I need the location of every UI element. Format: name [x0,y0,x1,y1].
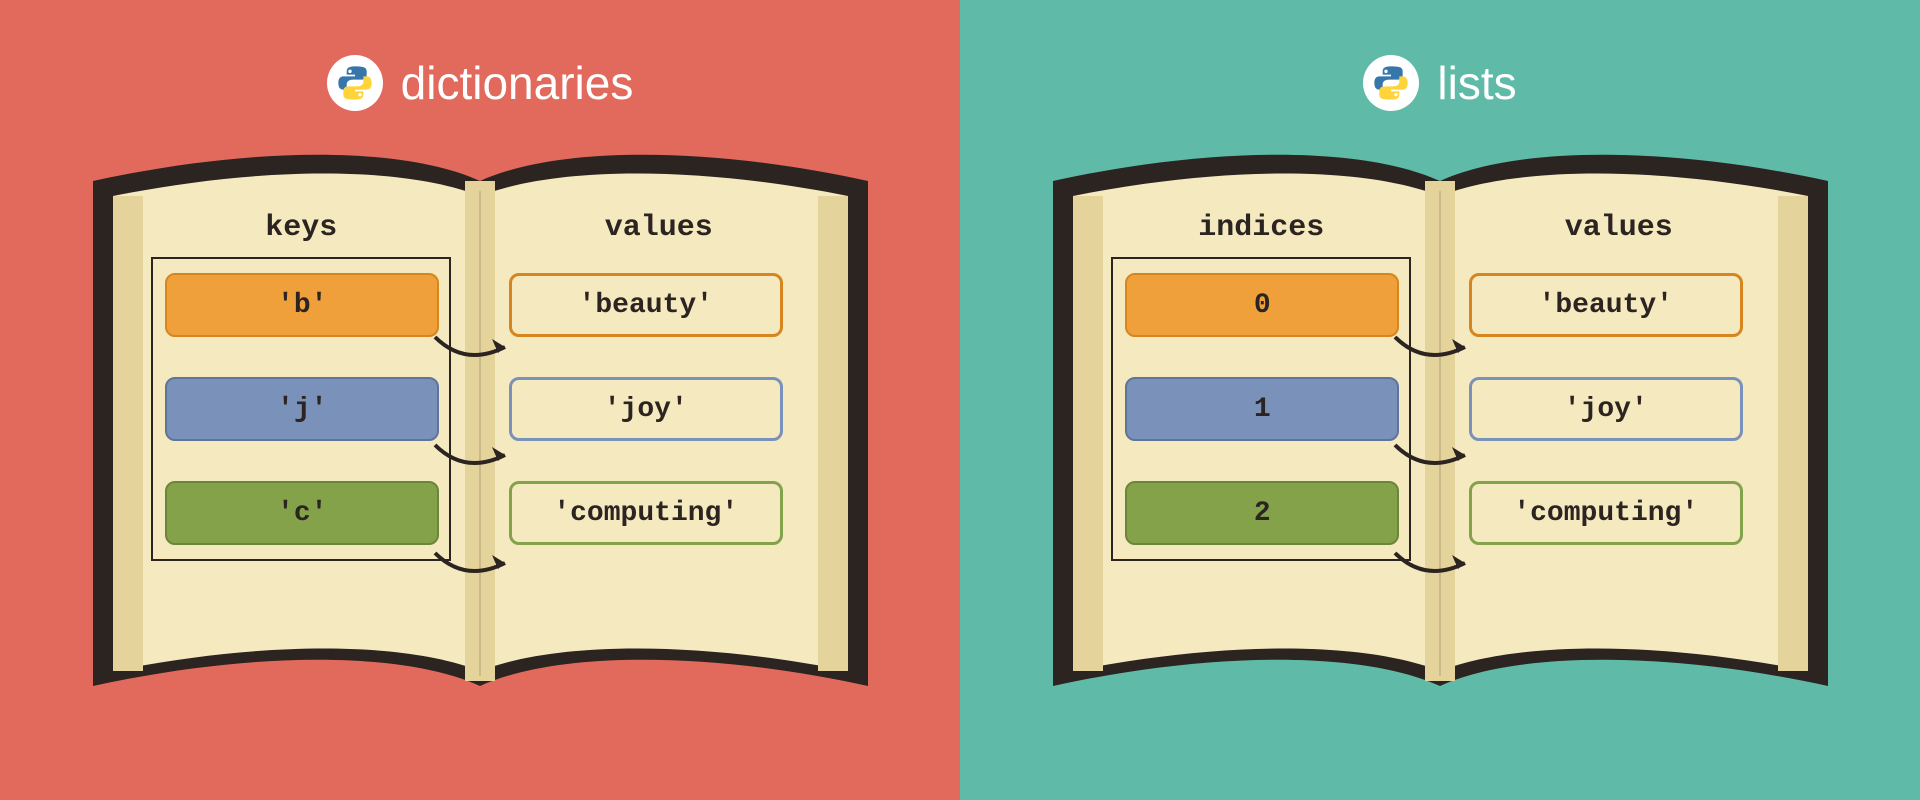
value-pill: 'beauty' [509,273,783,337]
arrow-icon [430,545,530,585]
value-pill: 'joy' [1469,377,1743,441]
lists-content: indices 0 1 2 values 'beauty' 'joy' 'com… [1083,211,1798,681]
keys-header: keys [265,211,337,245]
dictionaries-panel: dictionaries keys 'b' 'j' 'c' values [0,0,960,800]
value-pill: 'computing' [509,481,783,545]
dictionaries-title-row: dictionaries [327,55,634,111]
key-pill: 'j' [165,377,439,441]
key-pill: 'b' [165,273,439,337]
dictionaries-title: dictionaries [401,56,634,110]
arrows-column [430,329,530,585]
values-page: values 'beauty' 'joy' 'computing' [480,211,838,681]
arrow-icon [1390,545,1490,585]
values-page: values 'beauty' 'joy' 'computing' [1440,211,1798,681]
indices-container: 0 1 2 [1111,257,1411,561]
value-pill: 'computing' [1469,481,1743,545]
value-pill: 'joy' [509,377,783,441]
keys-container: 'b' 'j' 'c' [151,257,451,561]
dictionaries-book: keys 'b' 'j' 'c' values 'beauty' 'joy' '… [53,141,908,721]
lists-panel: lists indices 0 1 2 values 'bea [960,0,1920,800]
index-pill: 2 [1125,481,1399,545]
dictionaries-content: keys 'b' 'j' 'c' values 'beauty' 'joy' '… [123,211,838,681]
keys-page: keys 'b' 'j' 'c' [123,211,481,681]
values-header: values [1565,211,1673,245]
indices-page: indices 0 1 2 [1083,211,1441,681]
arrow-icon [1390,437,1490,477]
index-pill: 0 [1125,273,1399,337]
values-container: 'beauty' 'joy' 'computing' [509,257,809,545]
arrow-icon [430,329,530,369]
values-container: 'beauty' 'joy' 'computing' [1469,257,1769,545]
indices-header: indices [1198,211,1324,245]
index-pill: 1 [1125,377,1399,441]
value-pill: 'beauty' [1469,273,1743,337]
key-pill: 'c' [165,481,439,545]
lists-title: lists [1437,56,1516,110]
python-logo-icon [327,55,383,111]
lists-title-row: lists [1363,55,1516,111]
python-logo-icon [1363,55,1419,111]
arrows-column [1390,329,1490,585]
arrow-icon [430,437,530,477]
arrow-icon [1390,329,1490,369]
values-header: values [605,211,713,245]
lists-book: indices 0 1 2 values 'beauty' 'joy' 'com… [1013,141,1868,721]
